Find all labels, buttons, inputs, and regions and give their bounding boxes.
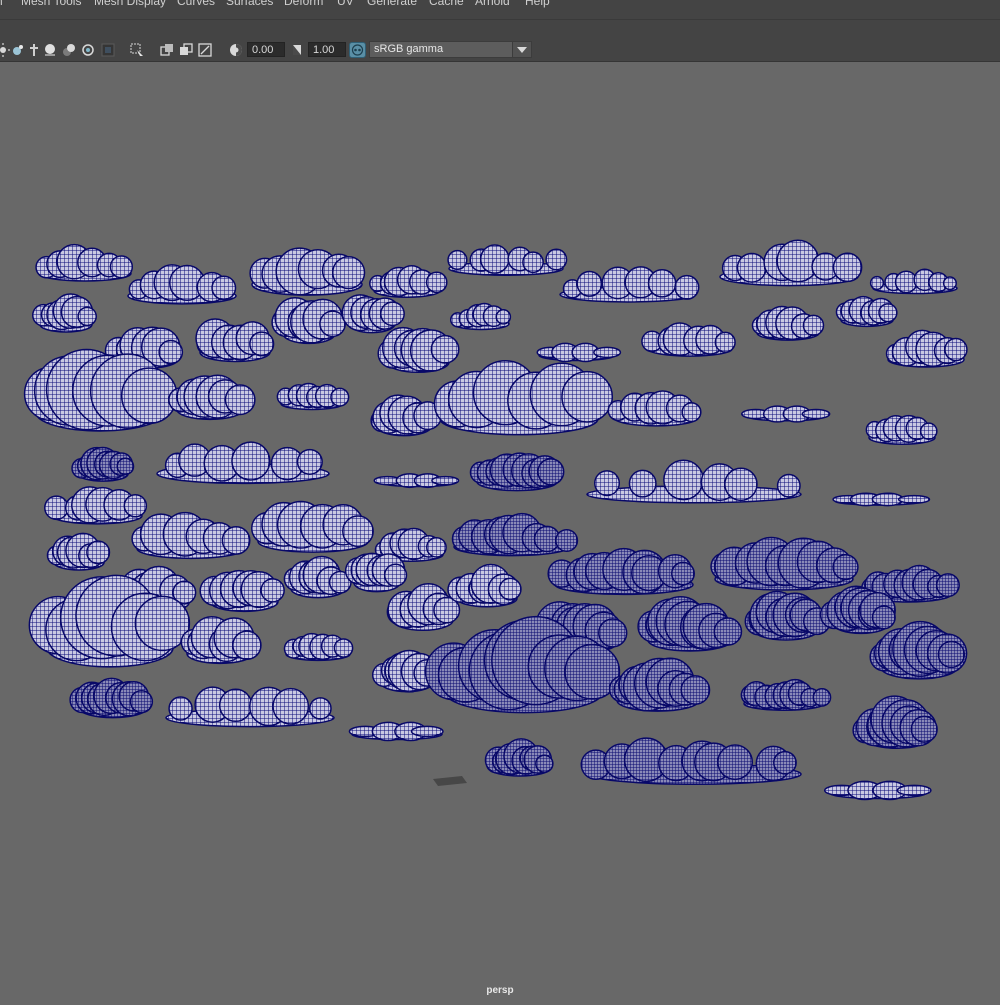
cloud-mesh[interactable] xyxy=(469,452,565,492)
cloud-mesh[interactable] xyxy=(447,563,522,608)
cloud-mesh[interactable] xyxy=(271,296,346,345)
resolution-gate-icon[interactable] xyxy=(198,43,212,57)
cloud-mesh[interactable] xyxy=(71,446,135,482)
color-space-dropdown[interactable]: sRGB gamma xyxy=(369,41,532,58)
cloud-mesh[interactable] xyxy=(719,239,863,287)
perspective-viewport[interactable] xyxy=(0,62,1000,1000)
cloud-mesh[interactable] xyxy=(44,486,148,525)
xray-joints-icon[interactable] xyxy=(179,43,193,57)
gamma-icon[interactable] xyxy=(290,43,304,57)
cloud-mesh[interactable] xyxy=(344,552,408,593)
cloud-mesh[interactable] xyxy=(276,382,350,411)
cloud-mesh[interactable] xyxy=(869,268,958,295)
menu-item-deform[interactable]: Deform xyxy=(284,0,323,8)
cloud-mesh[interactable] xyxy=(865,414,938,445)
menu-item-mesh-display[interactable]: Mesh Display xyxy=(94,0,166,8)
xray-active-icon[interactable] xyxy=(160,43,174,57)
cloud-mesh[interactable] xyxy=(852,695,938,749)
cloud-mesh[interactable] xyxy=(199,569,285,613)
cloud-mesh[interactable] xyxy=(547,547,695,596)
cloud-mesh[interactable] xyxy=(433,360,614,436)
chevron-down-icon[interactable] xyxy=(512,42,531,57)
exposure-field[interactable]: 0.00 xyxy=(247,42,285,57)
color-management-icon[interactable] xyxy=(349,42,366,58)
cloud-mesh[interactable] xyxy=(637,595,743,652)
cloud-mesh[interactable] xyxy=(484,738,554,777)
cloud-mesh[interactable] xyxy=(447,244,568,276)
cloud-mesh[interactable] xyxy=(131,511,251,560)
cloud-mesh[interactable] xyxy=(835,295,898,328)
cloud-mesh[interactable] xyxy=(156,441,330,485)
cloud-mesh[interactable] xyxy=(46,532,111,571)
cloud-mesh[interactable] xyxy=(69,677,154,719)
cloud-mesh[interactable] xyxy=(559,266,700,303)
cloud-mesh[interactable] xyxy=(819,585,896,635)
cloud-mesh[interactable] xyxy=(580,737,802,785)
cloud-mesh[interactable] xyxy=(450,302,512,331)
cloud-mesh[interactable] xyxy=(823,780,932,801)
isolate-select-icon[interactable] xyxy=(101,43,115,57)
ground-plane-marker xyxy=(433,776,467,786)
shelf-spacer xyxy=(0,20,1000,39)
cloud-mesh[interactable] xyxy=(885,329,968,368)
menu-item-arnold[interactable]: Arnold xyxy=(475,0,510,8)
menu-item-surfaces[interactable]: Surfaces xyxy=(226,0,273,8)
menu-item-curves[interactable]: Curves xyxy=(177,0,215,8)
cloud-mesh[interactable] xyxy=(283,632,354,662)
cloud-mesh[interactable] xyxy=(369,265,448,298)
menu-bar: h Mesh Tools Mesh Display Curves Surface… xyxy=(0,0,1000,20)
cloud-mesh[interactable] xyxy=(251,500,374,553)
menu-item-uv[interactable]: UV xyxy=(337,0,354,8)
cloud-mesh[interactable] xyxy=(869,620,968,680)
cloud-mesh[interactable] xyxy=(586,459,802,504)
cloud-mesh[interactable] xyxy=(536,342,622,363)
cloud-mesh[interactable] xyxy=(832,492,931,507)
viewport-panel-toolbar: 0.00 1.00 sRGB gamma xyxy=(0,39,1000,62)
cloud-mesh[interactable] xyxy=(165,686,335,728)
depth-of-field-icon[interactable] xyxy=(27,43,41,57)
menu-item-mesh-tools[interactable]: Mesh Tools xyxy=(21,0,81,8)
cloud-mesh[interactable] xyxy=(35,243,134,282)
cloud-mesh[interactable] xyxy=(607,390,702,427)
menu-item-mesh[interactable]: h xyxy=(0,0,3,8)
gamma-field[interactable]: 1.00 xyxy=(308,42,346,57)
cloud-mesh[interactable] xyxy=(32,293,97,333)
cloud-mesh[interactable] xyxy=(168,374,256,421)
cloud-mesh[interactable] xyxy=(377,326,460,373)
shade-icon[interactable] xyxy=(11,43,25,57)
ao-icon[interactable] xyxy=(43,43,57,57)
cloud-mesh[interactable] xyxy=(195,318,275,363)
cloud-mesh[interactable] xyxy=(373,473,460,489)
exposure-icon[interactable] xyxy=(229,43,243,57)
cloud-mesh[interactable] xyxy=(641,322,736,357)
cloud-mesh[interactable] xyxy=(608,657,711,712)
motion-blur-icon[interactable] xyxy=(62,43,76,57)
menu-item-help[interactable]: Help xyxy=(525,0,550,8)
color-space-label: sRGB gamma xyxy=(374,43,444,55)
viewport-scene[interactable] xyxy=(0,62,1000,1000)
cloud-mesh[interactable] xyxy=(341,294,405,334)
cloud-mesh[interactable] xyxy=(127,264,237,305)
cloud-mesh[interactable] xyxy=(249,247,366,296)
cloud-mesh[interactable] xyxy=(751,305,825,341)
cloud-mesh[interactable] xyxy=(710,536,859,591)
cloud-mesh[interactable] xyxy=(180,615,262,665)
cloud-mesh[interactable] xyxy=(740,678,832,711)
cloud-mesh[interactable] xyxy=(744,590,831,641)
aa-icon[interactable] xyxy=(81,43,95,57)
cloud-mesh[interactable] xyxy=(348,721,444,742)
cloud-mesh[interactable] xyxy=(451,512,579,557)
menu-item-cache[interactable]: Cache xyxy=(429,0,464,8)
cloud-mesh[interactable] xyxy=(283,555,352,599)
menu-item-generate[interactable]: Generate xyxy=(367,0,417,8)
xray-icon[interactable] xyxy=(130,43,144,57)
camera-name-label: persp xyxy=(486,985,514,996)
cloud-mesh[interactable] xyxy=(741,405,831,423)
light-icon[interactable] xyxy=(0,43,10,57)
cloud-mesh[interactable] xyxy=(370,394,443,437)
